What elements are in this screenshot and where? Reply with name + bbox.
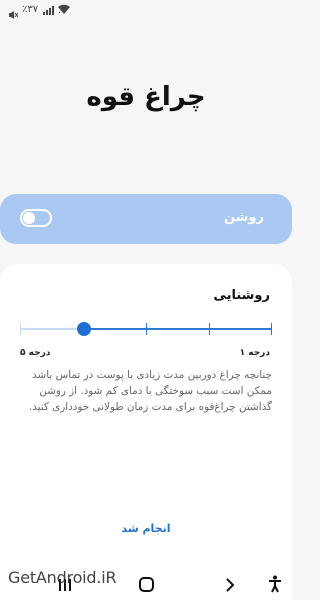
slider-tick <box>271 323 272 335</box>
back-icon[interactable] <box>224 577 236 592</box>
brightness-slider[interactable] <box>20 320 272 338</box>
slider-tick <box>20 323 21 335</box>
wifi-icon <box>58 4 70 15</box>
slider-track-inactive <box>20 328 83 330</box>
flashlight-switch[interactable] <box>20 209 52 227</box>
mute-icon <box>8 5 19 19</box>
warning-description: چنانچه چراغ دوربین مدت زیادی با پوست در … <box>28 369 272 413</box>
switch-knob <box>23 212 35 224</box>
page-title: چراغ قوه <box>86 82 206 112</box>
scale-min-label: درجه ۱ <box>239 348 270 358</box>
slider-thumb[interactable] <box>77 322 91 336</box>
slider-tick <box>146 323 147 335</box>
home-icon[interactable] <box>139 577 154 592</box>
accessibility-icon[interactable] <box>268 575 282 593</box>
brightness-card: روشنایی درجه ۱ درجه ۵ چنانچه چراغ دوربین… <box>0 264 292 572</box>
flashlight-toggle-bar[interactable]: روشن <box>0 194 292 244</box>
brightness-title: روشنایی <box>213 288 270 303</box>
slider-track-active <box>83 328 272 330</box>
watermark-text: GetAndroid.iR <box>8 568 117 587</box>
status-bar: ٪۳۷ <box>0 0 292 22</box>
done-button[interactable]: انجام شد <box>0 522 292 535</box>
slider-tick <box>209 323 210 335</box>
signal-icon <box>43 5 55 15</box>
toggle-label: روشن <box>223 210 264 225</box>
battery-percent: ٪۳۷ <box>22 4 39 15</box>
scale-max-label: درجه ۵ <box>20 348 51 358</box>
